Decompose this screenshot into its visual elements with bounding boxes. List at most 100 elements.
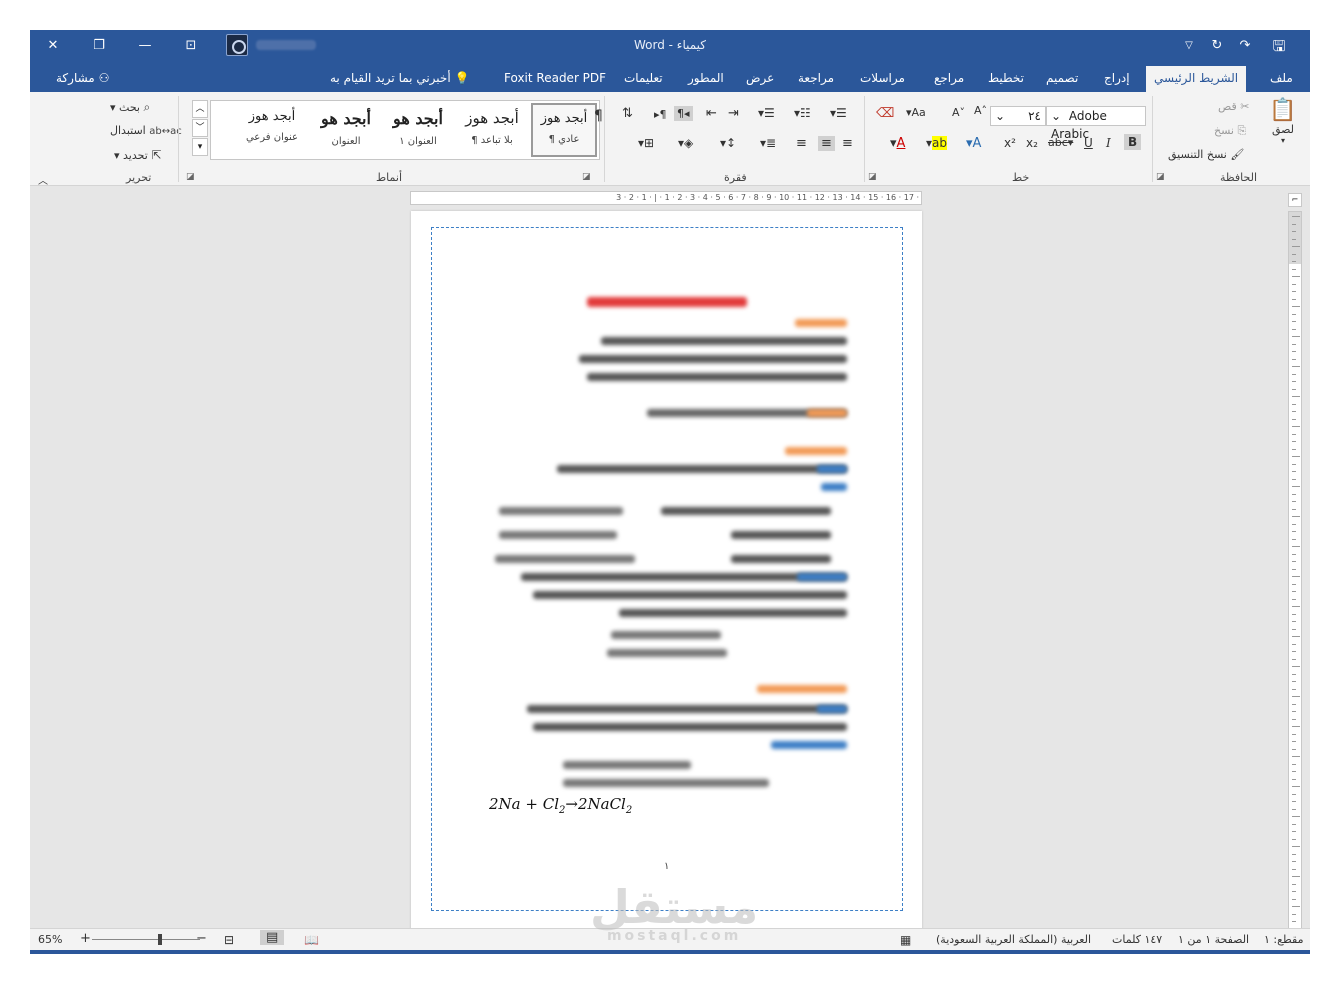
macro-record-icon[interactable]: ▦ (900, 933, 911, 947)
ruler-tick (1292, 621, 1296, 622)
ruler-tick (1292, 786, 1300, 787)
highlight-button[interactable]: ▾ab (926, 136, 948, 150)
font-size-select[interactable]: ٢٤ ⌄ (990, 106, 1046, 126)
copy-button[interactable]: نسخ ⎘ (1214, 124, 1246, 138)
tab-view[interactable]: عرض (738, 68, 782, 92)
font-name-select[interactable]: ⌄ Adobe Arabic (1046, 106, 1146, 141)
style-no-spacing[interactable]: أبجد هوز ¶ بلا تباعد (459, 103, 525, 157)
style-heading-1[interactable]: أبجد هو العنوان ١ (385, 103, 451, 157)
rtl-icon[interactable]: ¶◂ (674, 106, 693, 121)
ruler-tick (1292, 823, 1296, 825)
paintbrush-icon: 🖌 (1230, 148, 1245, 161)
ruler-tick (1292, 531, 1296, 532)
numbering-icon[interactable]: ▾☷ (794, 106, 811, 120)
pilcrow-icon[interactable]: ¶ (594, 108, 603, 124)
style-normal[interactable]: أبجد هوز ¶ عادي (531, 103, 597, 157)
zoom-in-icon[interactable]: + (80, 931, 91, 946)
font-color-button[interactable]: ▾A (890, 136, 905, 151)
redo-icon[interactable]: ↻ (1206, 36, 1228, 56)
cut-button[interactable]: قص ✂ (1218, 100, 1249, 113)
styles-scroll[interactable]: ︿ ﹀ ▾ (192, 100, 208, 156)
paragraph-dialog-icon[interactable]: ◪ (582, 172, 591, 182)
ruler-tick (1292, 606, 1300, 607)
style-subtitle[interactable]: أبجد هوز عنوان فرعي (239, 103, 305, 157)
tab-file[interactable]: ملف (1262, 68, 1301, 92)
scroll-up-icon[interactable]: ︿ (192, 100, 208, 118)
web-layout-icon[interactable]: ⊟ (224, 933, 234, 947)
font-dialog-icon[interactable]: ◪ (868, 172, 877, 182)
styles-dialog-icon[interactable]: ◪ (186, 172, 195, 182)
sort-icon[interactable]: ⇅ (622, 106, 633, 121)
format-painter-button[interactable]: نسخ التنسيق 🖌 (1168, 148, 1244, 161)
shrink-font-icon[interactable]: A˅ (952, 106, 965, 119)
more-styles-icon[interactable]: ▾ (192, 138, 208, 156)
zoom-slider[interactable] (92, 939, 200, 940)
vertical-ruler[interactable] (1288, 211, 1302, 931)
print-layout-icon[interactable]: ▤ (260, 930, 285, 945)
line-spacing-icon[interactable]: ▾↕ (720, 136, 736, 150)
zoom-slider-thumb[interactable] (158, 934, 162, 945)
strikethrough-icon[interactable]: abc▾ (1048, 136, 1073, 149)
ruler-tick (1292, 613, 1296, 615)
tab-layout[interactable]: تخطيط (980, 68, 1032, 92)
justify-icon[interactable]: ▾≣ (760, 136, 776, 150)
section-indicator[interactable]: مقطع: ١ (1264, 933, 1303, 946)
undo-icon[interactable]: ↷ (1234, 36, 1256, 56)
page-count[interactable]: الصفحة ١ من ١ (1178, 933, 1249, 946)
ruler-tick (1292, 628, 1296, 630)
align-left-icon[interactable]: ≡ (796, 136, 807, 151)
superscript-icon[interactable]: x² (1004, 136, 1016, 150)
scroll-down-icon[interactable]: ﹀ (192, 119, 208, 137)
language-status[interactable]: العربية (المملكة العربية السعودية) (936, 933, 1091, 946)
save-icon[interactable]: 🖫 (1268, 36, 1290, 56)
change-case-button[interactable]: ▾Aa (906, 106, 926, 119)
tab-help[interactable]: تعليمات (616, 68, 671, 92)
subscript-icon[interactable]: x₂ (1026, 136, 1038, 150)
read-mode-icon[interactable]: 📖 (304, 933, 319, 947)
tab-review[interactable]: مراجعة (790, 68, 842, 92)
collapse-ribbon-icon[interactable]: ︿ (38, 172, 48, 187)
tab-design[interactable]: تصميم (1038, 68, 1086, 92)
tab-mailings[interactable]: مراسلات (852, 68, 913, 92)
ruler-tick (1292, 808, 1296, 810)
tab-references[interactable]: مراجع (926, 68, 972, 92)
bold-icon[interactable]: B (1124, 134, 1142, 150)
select-button[interactable]: ▾ تحديد ⇱ (114, 148, 161, 162)
align-right-icon[interactable]: ≡ (842, 136, 853, 151)
bullets-icon[interactable]: ▾☰ (830, 106, 847, 120)
document-page[interactable]: 2Na + Cl2→2NaCl2 ١ (411, 211, 922, 931)
ruler-tick (1292, 583, 1296, 585)
tab-insert[interactable]: إدراج (1096, 68, 1138, 92)
grow-font-icon[interactable]: A˄ (974, 104, 987, 117)
borders-icon[interactable]: ▾⊞ (638, 136, 654, 150)
tell-me-box[interactable]: أخبرني بما تريد القيام به 💡 (322, 68, 477, 92)
style-title[interactable]: أبجد هو العنوان (313, 103, 379, 157)
customize-qat-icon[interactable]: ▽ (1178, 36, 1200, 56)
share-button[interactable]: مشاركة ⚇ (48, 68, 117, 92)
italic-icon[interactable]: I (1106, 136, 1111, 150)
multilevel-list-icon[interactable]: ▾☰ (758, 106, 775, 120)
align-center-icon[interactable]: ≡ (818, 136, 835, 151)
paste-button[interactable]: 📋 لصق ▾ (1268, 98, 1298, 145)
indent-decrease-icon[interactable]: ⇤ (706, 106, 717, 121)
chemical-equation[interactable]: 2Na + Cl2→2NaCl2 (489, 795, 632, 816)
tab-foxit[interactable]: Foxit Reader PDF (496, 68, 614, 92)
zoom-level[interactable]: 65% (38, 933, 62, 946)
shading-icon[interactable]: ▾◈ (678, 136, 693, 150)
underline-icon[interactable]: U (1084, 136, 1093, 150)
ruler-toggle-icon[interactable]: ⌐ (1288, 193, 1302, 207)
ruler-tick (1292, 718, 1296, 720)
tab-developer[interactable]: المطور (680, 68, 732, 92)
word-count[interactable]: ١٤٧ كلمات (1112, 933, 1162, 946)
ltr-icon[interactable]: ▸¶ (654, 108, 667, 121)
tab-home[interactable]: الشريط الرئيسي (1146, 66, 1247, 92)
zoom-out-icon[interactable]: − (196, 931, 207, 946)
find-button[interactable]: ▾ بحث ⌕ (110, 100, 150, 115)
ruler-tick (1292, 598, 1296, 600)
clear-formatting-icon[interactable]: ⌫ (876, 106, 894, 121)
indent-increase-icon[interactable]: ⇥ (728, 106, 739, 121)
clipboard-dialog-icon[interactable]: ◪ (1156, 172, 1165, 182)
text-effects-icon[interactable]: ▾A (966, 136, 981, 151)
horizontal-ruler[interactable]: 3 · 2 · 1 · | · 1 · 2 · 3 · 4 · 5 · 6 · … (410, 191, 922, 205)
replace-button[interactable]: استبدال ab↔ac (110, 124, 182, 137)
